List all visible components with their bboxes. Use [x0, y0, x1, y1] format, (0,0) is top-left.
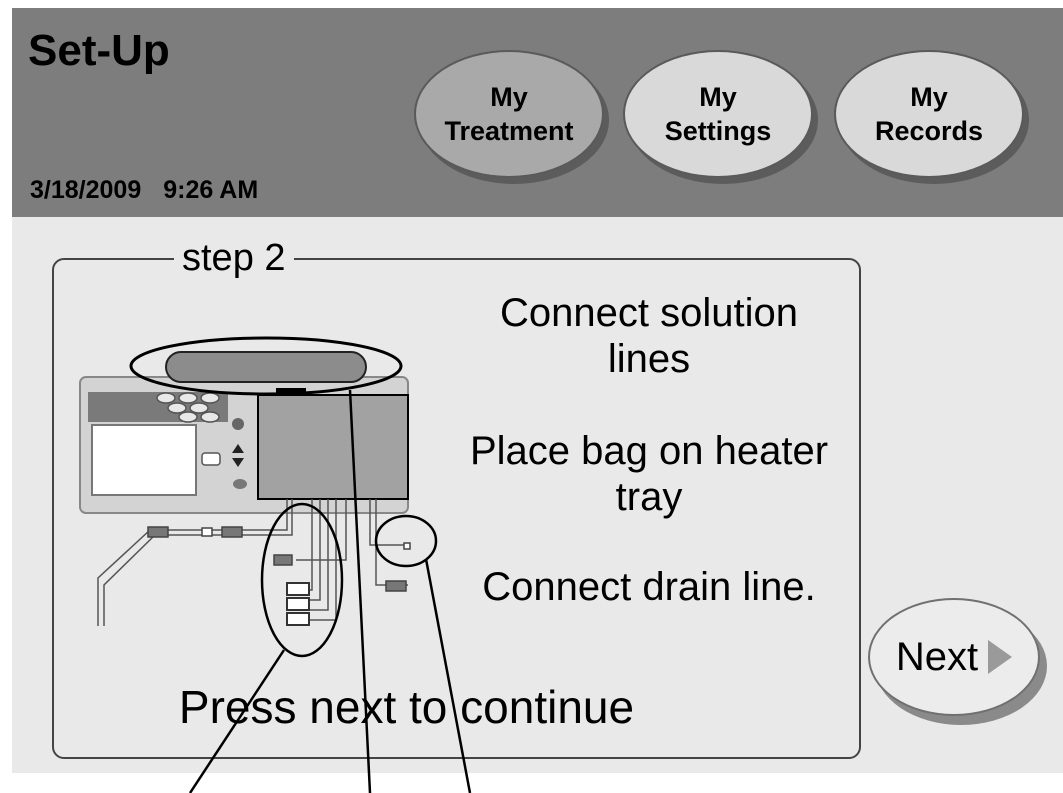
- my-settings-button[interactable]: My Settings: [623, 50, 813, 178]
- header-bar: Set-Up 3/18/2009 9:26 AM My Treatment My …: [12, 8, 1063, 217]
- instruction-connect-solution: Connect solution lines: [500, 291, 798, 381]
- step-legend: step 2: [174, 238, 294, 278]
- step-panel: step 2 Connect solution lines Place bag …: [52, 238, 861, 759]
- instruction-connect-drain: Connect drain line.: [482, 565, 816, 609]
- my-treatment-line1: My: [490, 82, 528, 112]
- play-arrow-icon: [988, 640, 1013, 674]
- next-button[interactable]: Next: [868, 598, 1040, 716]
- date-time: 3/18/2009 9:26 AM: [30, 176, 258, 205]
- my-records-button[interactable]: My Records: [834, 50, 1024, 178]
- setup-screen: Set-Up 3/18/2009 9:26 AM My Treatment My …: [12, 8, 1063, 773]
- my-records-line1: My: [910, 82, 948, 112]
- my-treatment-line2: Treatment: [444, 116, 574, 146]
- my-treatment-button[interactable]: My Treatment: [414, 50, 604, 178]
- page-title: Set-Up: [28, 26, 170, 75]
- time-label: 9:26 AM: [163, 176, 259, 204]
- instruction-press-next: Press next to continue: [178, 681, 635, 733]
- next-label: Next: [895, 634, 979, 679]
- my-settings-line1: My: [699, 82, 737, 112]
- my-records-line2: Records: [874, 116, 984, 146]
- instruction-place-bag: Place bag on heater tray: [469, 429, 829, 519]
- my-settings-line2: Settings: [664, 116, 772, 146]
- date-label: 3/18/2009: [30, 176, 142, 204]
